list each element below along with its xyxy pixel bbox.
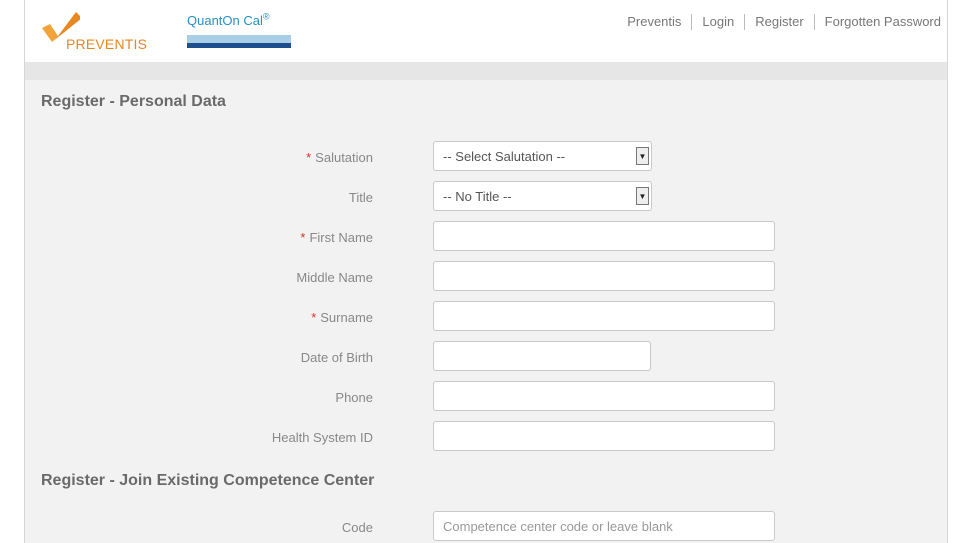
registered-mark: ® bbox=[262, 12, 270, 22]
logo-text: PREVENTIS bbox=[66, 36, 148, 52]
health-id-label: Health System ID bbox=[271, 430, 373, 445]
phone-label: Phone bbox=[335, 390, 373, 405]
first-name-input[interactable] bbox=[433, 221, 775, 251]
nav-link-login[interactable]: Login bbox=[691, 14, 744, 30]
middle-name-row: Middle Name bbox=[25, 261, 925, 293]
quanton-cal-logo[interactable]: QuantOn Cal® bbox=[187, 12, 307, 52]
title-row: Title -- No Title -- ▼ bbox=[25, 181, 925, 213]
surname-row: * Surname bbox=[25, 301, 925, 333]
phone-input[interactable] bbox=[433, 381, 775, 411]
logo-bar-dark bbox=[187, 43, 291, 48]
salutation-select[interactable]: -- Select Salutation -- ▼ bbox=[433, 141, 652, 171]
nav-link-forgotten-password[interactable]: Forgotten Password bbox=[813, 14, 941, 30]
title-select[interactable]: -- No Title -- ▼ bbox=[433, 181, 652, 211]
first-name-row: * First Name bbox=[25, 221, 925, 253]
surname-input[interactable] bbox=[433, 301, 775, 331]
first-name-label: First Name bbox=[309, 230, 373, 245]
dob-row: Date of Birth bbox=[25, 341, 925, 373]
nav-link-register[interactable]: Register bbox=[744, 14, 813, 30]
required-marker: * bbox=[306, 150, 312, 165]
middle-name-label: Middle Name bbox=[296, 270, 373, 285]
logo-bar-light bbox=[187, 35, 291, 43]
competence-heading: Register - Join Existing Competence Cent… bbox=[41, 472, 375, 489]
phone-row: Phone bbox=[25, 381, 925, 413]
code-input[interactable] bbox=[433, 511, 775, 541]
middle-name-input[interactable] bbox=[433, 261, 775, 291]
chevron-down-icon[interactable]: ▼ bbox=[636, 147, 649, 165]
code-row: Code bbox=[25, 511, 925, 543]
required-marker: * bbox=[300, 230, 306, 245]
dob-input[interactable] bbox=[433, 341, 651, 371]
code-label: Code bbox=[341, 520, 373, 535]
salutation-row: * Salutation -- Select Salutation -- ▼ bbox=[25, 141, 925, 173]
required-marker: * bbox=[311, 310, 317, 325]
product-name: QuantOn Cal bbox=[187, 13, 263, 29]
header: PREVENTIS QuantOn Cal® Preventis Login R… bbox=[25, 0, 947, 62]
chevron-down-icon[interactable]: ▼ bbox=[636, 187, 649, 205]
salutation-label: Salutation bbox=[315, 150, 373, 165]
main-content: Register - Personal Data * Salutation -- … bbox=[25, 62, 947, 543]
preventis-logo[interactable]: PREVENTIS bbox=[40, 12, 170, 52]
nav-link-preventis[interactable]: Preventis bbox=[617, 14, 691, 30]
salutation-value: -- Select Salutation -- bbox=[443, 148, 566, 164]
title-label: Title bbox=[348, 190, 373, 205]
health-id-input[interactable] bbox=[433, 421, 775, 451]
health-id-row: Health System ID bbox=[25, 421, 925, 453]
surname-label: Surname bbox=[320, 310, 373, 325]
top-nav: Preventis Login Register Forgotten Passw… bbox=[617, 14, 941, 30]
title-value: -- No Title -- bbox=[443, 188, 512, 204]
personal-data-heading: Register - Personal Data bbox=[41, 93, 226, 110]
dob-label: Date of Birth bbox=[300, 350, 373, 365]
